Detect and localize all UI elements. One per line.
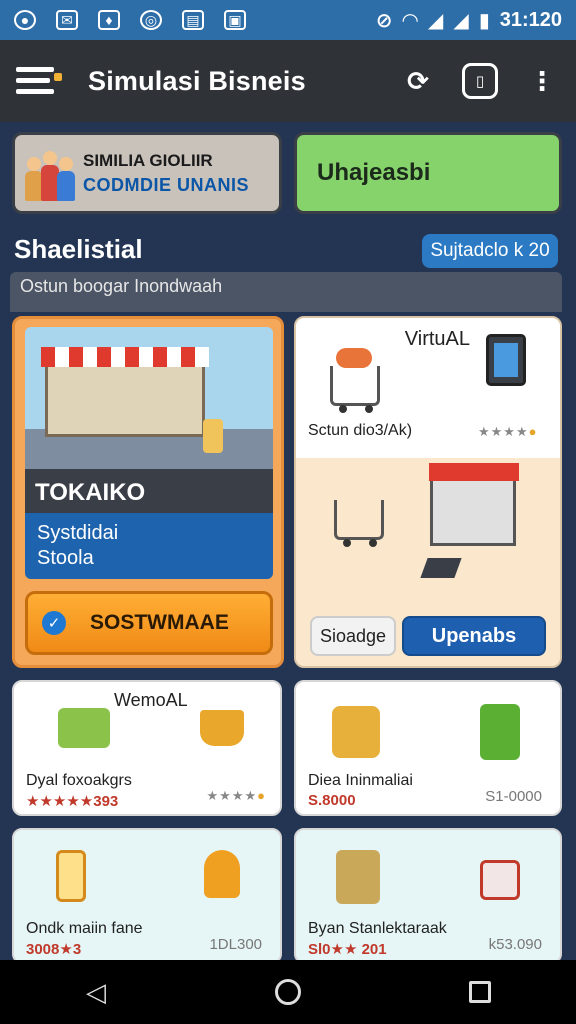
green-banner-button[interactable]: Uhajeasbi	[294, 132, 562, 214]
virtual-meta: Sctun dio3/Ak)	[308, 422, 413, 439]
virtual-store-card[interactable]: VirtuAL Sctun dio3/Ak) ★★★★● Sioadge Upe…	[294, 316, 562, 668]
signal-icon: ◢	[427, 9, 444, 32]
green-banner-label: Uhajeasbi	[317, 159, 431, 186]
banner-line-2: CODMDIE UNANIS	[83, 174, 250, 195]
virtual-label: VirtuAL	[404, 328, 470, 350]
list-item[interactable]: WemoAL Dyal foxoakgrs ★★★★★393 ★★★★●	[12, 680, 282, 816]
list-item[interactable]: Ondk maiin fane 3008★3 1DL300	[12, 828, 282, 960]
rating-stars: ★★★★●	[206, 788, 266, 803]
item-name: Ondk maiin fane	[26, 920, 143, 937]
phone-icon	[56, 850, 86, 902]
people-icon	[25, 145, 75, 201]
store-description: Systdidai Stoola	[25, 513, 273, 579]
water-drop-icon: ♦	[98, 10, 120, 30]
cart-icon	[58, 708, 110, 748]
coins-icon	[332, 706, 380, 758]
refresh-icon[interactable]: ⟳	[400, 63, 436, 99]
start-button-label: SOSTWMAAE	[90, 611, 229, 634]
more-vert-icon[interactable]: ⋮	[524, 63, 560, 99]
store-desc-line-2: Stoola	[37, 547, 94, 569]
clock: 31:120	[499, 8, 562, 31]
keyboard-icon: ▤	[182, 10, 204, 30]
mail-icon: ✉	[56, 10, 78, 30]
item-value: k53.090	[488, 936, 542, 953]
secondary-button[interactable]: Sioadge	[310, 616, 396, 656]
wifi-icon: ◠	[402, 9, 418, 32]
box-icon	[480, 704, 520, 760]
item-price: S.8000	[308, 792, 356, 809]
check-icon: ✓	[42, 611, 66, 635]
start-button[interactable]: ✓ SOSTWMAAE	[25, 591, 273, 655]
item-price: Sl0★★ 201	[308, 941, 387, 958]
home-icon[interactable]	[258, 972, 318, 1012]
app-title: Simulasi Bisneis	[88, 65, 306, 96]
cart-icon	[334, 500, 384, 547]
shop-illustration	[429, 463, 519, 546]
promo-banner[interactable]: SIMILIA GIOLIIR CODMDIE UNANIS	[12, 132, 282, 214]
banner-line-1: SIMILIA GIOLIIR	[83, 150, 213, 170]
item-name: Diea Ininmaliai	[308, 772, 413, 789]
list-item[interactable]: Byan Stanlektaraak Sl0★★ 201 k53.090	[294, 828, 562, 960]
target-icon: ◎	[140, 10, 162, 30]
tablet-icon	[486, 334, 526, 386]
main-content: SIMILIA GIOLIIR CODMDIE UNANIS Uhajeasbi…	[0, 122, 576, 960]
shield-icon: ●	[14, 10, 36, 30]
system-nav-bar: ◁	[0, 960, 576, 1024]
section-title: Shaelistial	[14, 234, 143, 264]
store-desc-line-1: Systdidai	[37, 522, 119, 544]
menu-icon[interactable]	[16, 67, 62, 95]
store-illustration	[25, 327, 273, 469]
item-value: S1-0000	[485, 788, 542, 805]
status-bar: ● ✉ ♦ ◎ ▤ ▣ ⊘ ◠ ◢ ◢ ▮ 31:120	[0, 0, 576, 40]
tablet-icon[interactable]: ▯	[462, 63, 498, 99]
list-item[interactable]: Diea Ininmaliai S.8000 S1-0000	[294, 680, 562, 816]
item-rating: ★★★★★393	[26, 793, 119, 810]
item-title: WemoAL	[114, 690, 188, 710]
item-name: Dyal foxoakgrs	[26, 772, 132, 789]
basket-icon	[200, 710, 244, 746]
store-name: TOKAIKO	[25, 469, 273, 513]
app-bar: Simulasi Bisneis ⟳ ▯ ⋮	[0, 40, 576, 122]
signal-icon: ◢	[453, 9, 469, 32]
battery-icon: ▮	[478, 9, 490, 32]
rating-stars: ★★★★●	[478, 424, 538, 439]
item-price: 3008★3	[26, 941, 82, 958]
section-subtitle: Ostun boogar Inondwaah	[10, 272, 562, 312]
item-value: 1DL300	[209, 936, 262, 953]
no-sim-icon: ⊘	[375, 9, 393, 32]
status-pill[interactable]: Sujtadclo k 20	[422, 234, 558, 268]
back-icon[interactable]: ◁	[66, 972, 126, 1012]
gift-box-icon	[480, 860, 520, 900]
clipboard-icon: ▣	[224, 10, 246, 30]
primary-button[interactable]: Upenabs	[402, 616, 546, 656]
lamp-icon	[204, 850, 240, 898]
item-name: Byan Stanlektaraak	[308, 920, 447, 937]
bag-icon	[336, 850, 380, 904]
recents-icon[interactable]	[450, 972, 510, 1012]
cart-icon	[330, 366, 380, 413]
featured-store-card[interactable]: TOKAIKO Systdidai Stoola ✓ SOSTWMAAE	[12, 316, 284, 668]
